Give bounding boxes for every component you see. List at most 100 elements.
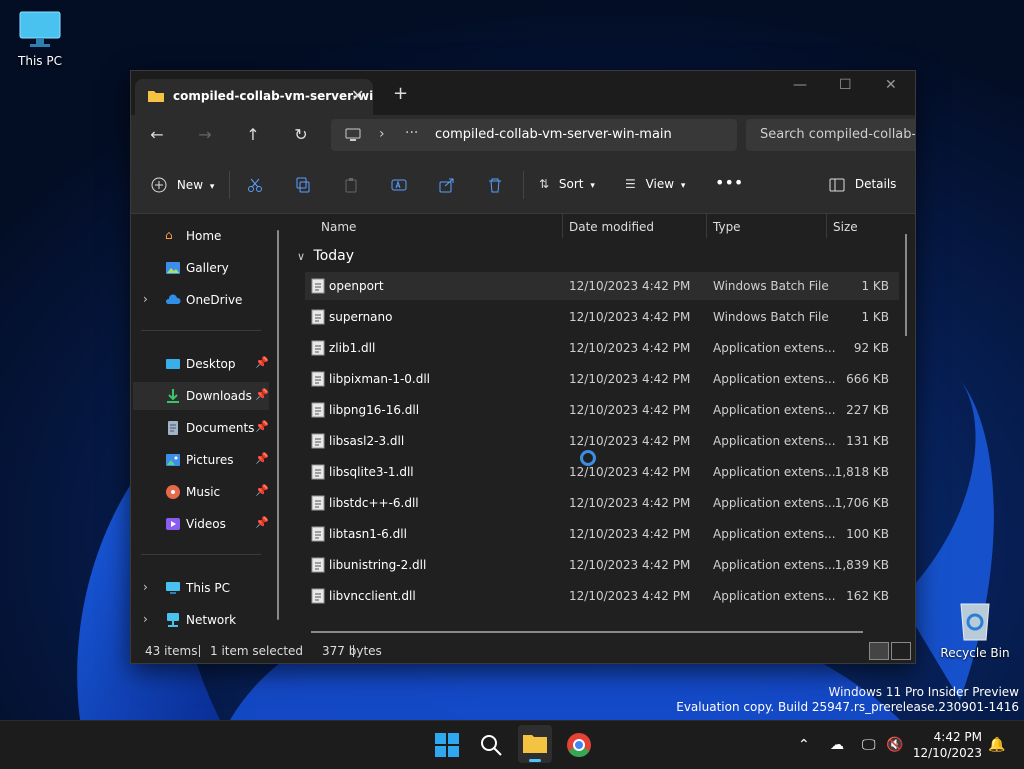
large-icons-view-button[interactable] [891, 642, 911, 660]
scrollbar[interactable] [277, 230, 279, 620]
sidebar-item-label: Music [186, 485, 221, 499]
column-header-type[interactable]: Type [713, 220, 741, 234]
file-date: 12/10/2023 4:42 PM [569, 403, 691, 417]
file-type: Application extens... [713, 372, 836, 386]
sidebar-item-music[interactable]: Music 📌 [133, 478, 269, 506]
file-type: Windows Batch File [713, 279, 829, 293]
sidebar-item-network[interactable]: › Network [133, 606, 269, 634]
search-icon[interactable] [477, 731, 505, 759]
details-pane-button[interactable]: Details [829, 177, 896, 195]
volume-muted-icon[interactable]: 🔇 [886, 737, 903, 753]
minimize-button[interactable]: — [793, 77, 807, 93]
delete-button[interactable] [487, 177, 503, 195]
up-button[interactable]: ↑ [241, 125, 265, 147]
desktop-icon-this-pc[interactable]: This PC [0, 10, 80, 68]
recycle-bin-icon [960, 603, 990, 641]
file-date: 12/10/2023 4:42 PM [569, 310, 691, 324]
close-window-button[interactable]: ✕ [885, 77, 897, 93]
new-button[interactable]: New ▾ [151, 177, 214, 195]
chevron-right-icon[interactable]: › [143, 580, 148, 594]
sort-label: Sort [558, 177, 584, 191]
onedrive-offline-icon[interactable]: ☁ [830, 737, 844, 753]
tab-active[interactable]: compiled-collab-vm-server-wi ✕ [135, 79, 373, 115]
paste-button[interactable] [343, 177, 359, 195]
sidebar-item-home[interactable]: ⌂ Home [133, 222, 269, 250]
copy-button[interactable] [295, 177, 311, 195]
view-button[interactable]: ☰ View ▾ [625, 177, 685, 195]
chrome-icon[interactable] [565, 731, 593, 759]
file-row[interactable]: libstdc++-6.dll 12/10/2023 4:42 PM Applica… [305, 489, 899, 517]
title-bar[interactable]: compiled-collab-vm-server-wi ✕ + — ☐ ✕ [131, 71, 915, 115]
file-row[interactable]: libvncclient.dll 12/10/2023 4:42 PM Applic… [305, 582, 899, 610]
pin-icon[interactable]: 📌 [255, 452, 269, 465]
pin-icon[interactable]: 📌 [255, 388, 269, 401]
sidebar-item-desktop[interactable]: Desktop 📌 [133, 350, 269, 378]
close-tab-icon[interactable]: ✕ [351, 86, 364, 105]
file-row[interactable]: libsasl2-3.dll 12/10/2023 4:42 PM Applicat… [305, 427, 899, 455]
pin-icon[interactable]: 📌 [255, 484, 269, 497]
file-row[interactable]: supernano 12/10/2023 4:42 PM Windows Batch… [305, 303, 899, 331]
sidebar-item-downloads[interactable]: Downloads 📌 [133, 382, 269, 410]
maximize-button[interactable]: ☐ [839, 77, 852, 93]
sidebar-item-onedrive[interactable]: › OneDrive [133, 286, 269, 314]
column-header-date[interactable]: Date modified [569, 220, 654, 234]
group-header[interactable]: ∨ Today [297, 248, 354, 264]
file-row[interactable]: zlib1.dll 12/10/2023 4:42 PM Application e… [305, 334, 899, 362]
new-tab-button[interactable]: + [393, 83, 408, 104]
file-row[interactable]: libsqlite3-1.dll 12/10/2023 4:42 PM Applic… [305, 458, 899, 486]
pin-icon[interactable]: 📌 [255, 356, 269, 369]
file-row[interactable]: openport 12/10/2023 4:42 PM Windows Batch … [305, 272, 899, 300]
clock[interactable]: 4:42 PM 12/10/2023 [912, 729, 982, 761]
sort-button[interactable]: ⇅ Sort ▾ [539, 177, 595, 195]
file-row[interactable]: libunistring-2.dll 12/10/2023 4:42 PM Appl… [305, 551, 899, 579]
sidebar-item-pictures[interactable]: Pictures 📌 [133, 446, 269, 474]
column-separator[interactable] [562, 214, 563, 238]
chevron-right-icon[interactable]: › [379, 126, 385, 142]
notification-bell-icon[interactable]: 🔔 [988, 737, 1005, 753]
file-type: Windows Batch File [713, 310, 829, 324]
network-icon[interactable]: 🖵 [862, 737, 876, 753]
horizontal-scrollbar[interactable] [311, 631, 863, 633]
pictures-icon [166, 454, 180, 466]
chevron-up-icon[interactable]: ⌃ [798, 737, 810, 753]
start-button[interactable] [433, 731, 461, 759]
column-header-size[interactable]: Size [833, 220, 858, 234]
address-bar[interactable]: › ··· compiled-collab-vm-server-win-main [331, 119, 737, 151]
chevron-right-icon[interactable]: › [143, 292, 148, 306]
search-input[interactable]: Search compiled-collab-v [746, 119, 915, 151]
desktop-icon-recycle-bin[interactable]: Recycle Bin [935, 598, 1015, 660]
refresh-button[interactable]: ↻ [289, 125, 313, 147]
column-separator[interactable] [826, 214, 827, 238]
chevron-right-icon[interactable]: › [143, 612, 148, 626]
file-size: 100 KB [846, 527, 889, 541]
column-header-name[interactable]: Name [321, 220, 356, 234]
file-name: supernano [329, 310, 393, 324]
pin-icon[interactable]: 📌 [255, 420, 269, 433]
file-row[interactable]: libpixman-1-0.dll 12/10/2023 4:42 PM Appli… [305, 365, 899, 393]
file-size: 92 KB [853, 341, 889, 355]
file-date: 12/10/2023 4:42 PM [569, 341, 691, 355]
file-type: Application extens... [713, 527, 836, 541]
file-row[interactable]: libtasn1-6.dll 12/10/2023 4:42 PM Applicat… [305, 520, 899, 548]
back-button[interactable]: ← [145, 125, 169, 147]
music-icon [166, 485, 180, 499]
more-options-button[interactable]: ••• [715, 173, 743, 192]
sidebar-item-this-pc[interactable]: › This PC [133, 574, 269, 602]
vertical-scrollbar[interactable] [905, 234, 907, 336]
sidebar-item-gallery[interactable]: Gallery [133, 254, 269, 282]
file-explorer-taskbar-button[interactable] [518, 725, 552, 763]
column-separator[interactable] [706, 214, 707, 238]
cut-button[interactable] [247, 177, 263, 195]
pin-icon[interactable]: 📌 [255, 516, 269, 529]
sidebar-item-videos[interactable]: Videos 📌 [133, 510, 269, 538]
details-view-button[interactable] [869, 642, 889, 660]
file-row[interactable]: libpng16-16.dll 12/10/2023 4:42 PM Applica… [305, 396, 899, 424]
file-date: 12/10/2023 4:42 PM [569, 496, 691, 510]
share-button[interactable] [439, 177, 455, 195]
file-name: openport [329, 279, 384, 293]
rename-button[interactable] [391, 177, 407, 195]
more-path-icon[interactable]: ··· [405, 125, 418, 141]
forward-button[interactable]: → [193, 125, 217, 147]
file-date: 12/10/2023 4:42 PM [569, 558, 691, 572]
sidebar-item-documents[interactable]: Documents 📌 [133, 414, 269, 442]
